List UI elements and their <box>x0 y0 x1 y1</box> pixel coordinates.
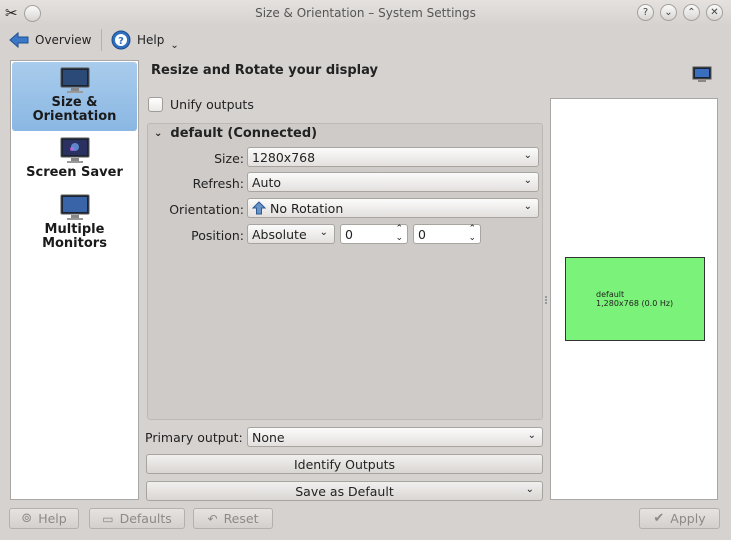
monitor-icon <box>692 66 712 82</box>
orientation-label: Orientation: <box>169 202 244 217</box>
primary-output-value: None <box>252 429 285 445</box>
unify-outputs-checkbox[interactable] <box>148 97 163 112</box>
checkmark-icon: ✔ <box>653 511 665 526</box>
chevron-down-icon: ⌄ <box>525 484 534 495</box>
page-title: Resize and Rotate your display <box>151 63 378 78</box>
toolbar: Overview ? Help ⌄ <box>0 26 731 54</box>
chevron-down-icon: ⌄ <box>523 201 532 212</box>
undo-icon: ↶ <box>207 511 218 526</box>
toolbar-separator <box>101 29 102 51</box>
help-button-label: Help <box>38 511 67 526</box>
output-group-title: default (Connected) <box>170 126 318 141</box>
sidebar-item-label: Multiple <box>44 222 105 237</box>
apply-button[interactable]: ✔ Apply <box>639 508 720 529</box>
spin-arrows-icon[interactable]: ⌃ ⌄ <box>395 225 403 243</box>
sidebar-item-label: Orientation <box>32 109 117 124</box>
reset-button[interactable]: ↶ Reset <box>193 508 273 529</box>
help-icon: ⊚ <box>21 511 33 526</box>
position-y-spinbox[interactable]: 0 ⌃ ⌄ <box>413 224 481 244</box>
save-as-default-button[interactable]: Save as Default ⌄ <box>146 481 543 501</box>
defaults-button[interactable]: ▭ Defaults <box>89 508 185 529</box>
output-screen-box[interactable]: default 1,280x768 (0.0 Hz) <box>565 257 705 341</box>
sidebar-item-screen-saver[interactable]: Screen Saver <box>12 136 137 186</box>
identify-outputs-button[interactable]: Identify Outputs <box>146 454 543 474</box>
orientation-value: No Rotation <box>270 200 344 216</box>
chevron-down-icon: ⌄ <box>154 128 163 139</box>
refresh-value: Auto <box>252 174 282 190</box>
sidebar: Size & Orientation Screen Saver Multiple… <box>10 60 139 500</box>
sidebar-item-multiple-monitors[interactable]: Multiple Monitors <box>12 193 137 255</box>
output-name: default <box>596 290 625 299</box>
close-button[interactable]: ✕ <box>706 4 723 21</box>
refresh-combo[interactable]: Auto ⌄ <box>247 172 539 192</box>
help-button[interactable]: ⊚ Help <box>9 508 79 529</box>
chevron-down-icon: ⌄ <box>319 227 328 238</box>
sidebar-item-label: Monitors <box>42 236 107 251</box>
monitor-icon <box>60 67 89 93</box>
position-x-spinbox[interactable]: 0 ⌃ ⌄ <box>340 224 408 244</box>
orientation-combo[interactable]: No Rotation ⌄ <box>247 198 539 218</box>
help-label: Help <box>137 33 165 47</box>
help-menu-button[interactable]: ? Help ⌄ <box>111 28 179 52</box>
output-group: ⌄ default (Connected) Size: 1280x768 ⌄ R… <box>147 123 543 420</box>
sidebar-item-size-orientation[interactable]: Size & Orientation <box>12 62 137 131</box>
splitter-handle[interactable] <box>545 296 547 304</box>
sidebar-item-label: Size & <box>51 95 98 110</box>
help-window-button[interactable]: ? <box>637 4 654 21</box>
chevron-down-icon: ⌄ <box>170 39 179 51</box>
output-group-header[interactable]: ⌄ default (Connected) <box>154 126 317 141</box>
position-mode-value: Absolute <box>252 226 307 242</box>
spin-arrows-icon[interactable]: ⌃ ⌄ <box>468 225 476 243</box>
monitor-icon <box>60 194 89 220</box>
reset-button-label: Reset <box>223 511 259 526</box>
minimize-button[interactable]: ⌄ <box>660 4 677 21</box>
window-title: Size & Orientation – System Settings <box>255 6 476 20</box>
defaults-button-label: Defaults <box>119 511 172 526</box>
size-value: 1280x768 <box>252 149 316 165</box>
pin-button[interactable] <box>23 4 41 22</box>
output-info: 1,280x768 (0.0 Hz) <box>596 299 674 308</box>
primary-output-combo[interactable]: None ⌄ <box>247 427 543 447</box>
overview-button[interactable]: Overview <box>9 28 92 52</box>
overview-label: Overview <box>35 33 92 47</box>
size-combo[interactable]: 1280x768 ⌄ <box>247 147 539 167</box>
size-label: Size: <box>214 151 244 166</box>
sidebar-item-label: Screen Saver <box>26 165 123 180</box>
maximize-button[interactable]: ⌃ <box>683 4 700 21</box>
svg-text:?: ? <box>118 36 124 47</box>
screensaver-monitor-icon <box>60 137 89 163</box>
position-y-value: 0 <box>418 226 426 242</box>
arrow-left-icon <box>9 31 29 49</box>
position-x-value: 0 <box>345 226 353 242</box>
chevron-down-icon: ⌄ <box>523 150 532 161</box>
unify-outputs[interactable]: Unify outputs <box>148 97 254 112</box>
help-icon: ? <box>111 30 131 50</box>
apply-button-label: Apply <box>670 511 706 526</box>
chevron-down-icon: ⌄ <box>527 430 536 441</box>
chevron-down-icon: ⌄ <box>523 175 532 186</box>
tools-icon[interactable]: ✂ <box>5 4 18 22</box>
refresh-label: Refresh: <box>192 176 244 191</box>
arrow-up-icon <box>252 201 266 215</box>
save-as-default-label: Save as Default <box>295 483 394 499</box>
position-mode-combo[interactable]: Absolute ⌄ <box>247 224 335 244</box>
title-bar: ✂ Size & Orientation – System Settings ?… <box>0 0 731 26</box>
output-preview[interactable]: default 1,280x768 (0.0 Hz) <box>550 98 718 500</box>
unify-outputs-label: Unify outputs <box>170 97 254 112</box>
position-label: Position: <box>191 228 244 243</box>
defaults-icon: ▭ <box>102 511 114 526</box>
primary-output-label: Primary output: <box>145 430 243 445</box>
